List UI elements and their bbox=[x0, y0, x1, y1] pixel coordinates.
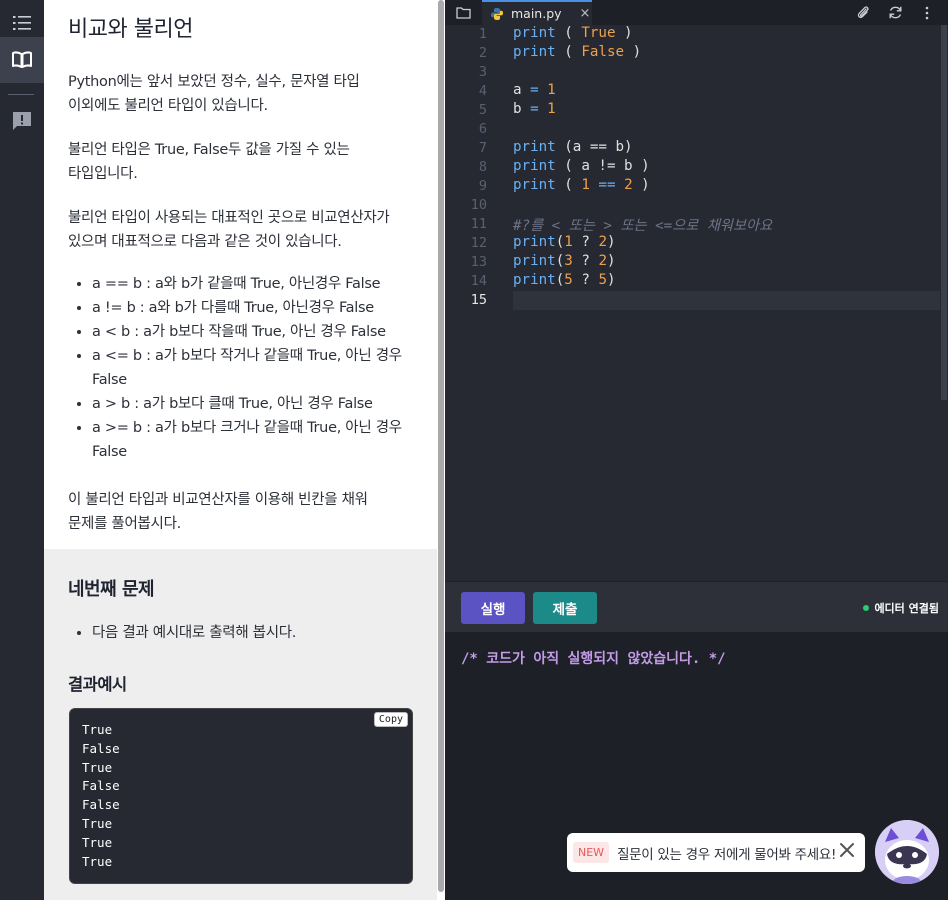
output-line: False bbox=[82, 797, 120, 813]
copy-button[interactable]: Copy bbox=[373, 712, 408, 727]
code-line: print(5 ? 5) bbox=[513, 272, 616, 288]
output-line: True bbox=[82, 759, 113, 775]
problem-title: 네번째 문제 bbox=[68, 579, 155, 600]
line-number-current: 15 bbox=[470, 292, 487, 308]
problem-list: 다음 결과 예시대로 출력해 봅시다. bbox=[68, 621, 413, 645]
paperclip-icon bbox=[857, 6, 869, 19]
refresh-icon bbox=[889, 6, 901, 19]
code-line: print(1 ? 2) bbox=[513, 234, 616, 250]
connection-status: 에디터 연결됨 bbox=[863, 600, 939, 616]
more-vertical-icon bbox=[925, 6, 929, 19]
list-item: a != b : a와 b가 다를때 True, 아닌경우 False bbox=[92, 296, 413, 320]
close-icon bbox=[840, 843, 854, 857]
output-line: True bbox=[82, 834, 113, 850]
problem-section: 네번째 문제 다음 결과 예시대로 출력해 봅시다. 결과예시 Copy Tru… bbox=[44, 549, 437, 900]
book-icon bbox=[12, 51, 32, 68]
line-number: 10 bbox=[470, 197, 487, 213]
line-number: 2 bbox=[478, 45, 487, 61]
output-line: True bbox=[82, 722, 113, 737]
code-line: a = 1 bbox=[513, 82, 556, 98]
tab-main-py[interactable]: main.py × bbox=[482, 0, 592, 25]
operator-list: a == b : a와 b가 같을때 True, 아닌경우 False a !=… bbox=[68, 272, 413, 464]
example-output: Copy True False True False False True Tr… bbox=[69, 708, 413, 884]
attach-button[interactable] bbox=[852, 0, 874, 25]
current-line-highlight bbox=[513, 291, 948, 310]
line-number: 9 bbox=[478, 178, 487, 194]
code-line: print ( a != b ) bbox=[513, 158, 650, 174]
chat-prompt-text: 질문이 있는 경우 저에게 물어봐 주세요! bbox=[617, 846, 837, 863]
python-icon bbox=[491, 7, 503, 20]
lesson-paragraph: 이 불리언 타입과 비교연산자를 이용해 빈칸을 채워 문제를 풀어봅시다. bbox=[68, 492, 368, 532]
list-item: a == b : a와 b가 같을때 True, 아닌경우 False bbox=[92, 272, 413, 296]
line-number: 13 bbox=[470, 254, 487, 270]
code-comment: #?를 < 또는 > 또는 <=으로 채워보아요 bbox=[513, 218, 773, 234]
mascot-icon bbox=[875, 820, 939, 884]
status-label: 에디터 연결됨 bbox=[874, 602, 939, 615]
code-editor[interactable]: 1 2 3 4 5 6 7 8 9 10 11 12 13 14 15 prin… bbox=[445, 25, 948, 581]
code-line: b = 1 bbox=[513, 101, 556, 117]
line-number: 11 bbox=[470, 216, 487, 232]
output-line: False bbox=[82, 740, 120, 756]
rail-divider bbox=[8, 94, 34, 95]
code-line: print ( True ) bbox=[513, 25, 633, 41]
left-rail bbox=[0, 0, 44, 900]
editor-panel: main.py × 1 2 3 4 5 6 7 8 9 10 11 12 13 … bbox=[445, 0, 948, 900]
line-number: 12 bbox=[470, 235, 487, 251]
console-message: /* 코드가 아직 실행되지 않았습니다. */ bbox=[461, 651, 726, 667]
line-number: 7 bbox=[478, 140, 487, 156]
list-item: a <= b : a가 b보다 작거나 같을때 True, 아닌 경우False bbox=[92, 344, 413, 392]
lesson-title: 비교와 불리언 bbox=[68, 17, 193, 42]
output-line: True bbox=[82, 853, 113, 869]
scrollbar-thumb[interactable] bbox=[941, 25, 947, 400]
list-icon bbox=[13, 16, 31, 30]
code-line: print ( False ) bbox=[513, 44, 642, 60]
list-item: a < b : a가 b보다 작을때 True, 아닌 경우 False bbox=[92, 320, 413, 344]
feedback-button[interactable] bbox=[0, 98, 44, 144]
line-number: 4 bbox=[478, 83, 487, 99]
line-number: 14 bbox=[470, 273, 487, 289]
help-chat-bubble[interactable]: NEW 질문이 있는 경우 저에게 물어봐 주세요! bbox=[567, 833, 865, 872]
line-number: 1 bbox=[478, 26, 487, 42]
lesson-paragraph: 불리언 타입이 사용되는 대표적인 곳으로 비교연산자가 있으며 대표적으로 다… bbox=[68, 210, 390, 250]
code-line: print (a == b) bbox=[513, 139, 633, 155]
lesson-paragraph: 불리언 타입은 True, False두 값을 가질 수 있는 타입입니다. bbox=[68, 142, 350, 182]
list-item: a >= b : a가 b보다 크거나 같을때 True, 아닌 경우False bbox=[92, 416, 413, 464]
status-dot-icon bbox=[863, 605, 870, 611]
editor-scrollbar[interactable] bbox=[940, 25, 948, 581]
list-item: a > b : a가 b보다 클때 True, 아닌 경우 False bbox=[92, 392, 413, 416]
feedback-icon bbox=[13, 112, 31, 130]
code-line: print(3 ? 2) bbox=[513, 253, 616, 269]
close-icon[interactable]: × bbox=[580, 6, 591, 21]
output-line: False bbox=[82, 778, 120, 794]
lesson-panel: 비교와 불리언 Python에는 앞서 보았던 정수, 실수, 문자열 타입 이… bbox=[44, 0, 437, 900]
line-number: 5 bbox=[478, 102, 487, 118]
more-button[interactable] bbox=[916, 0, 938, 25]
reset-button[interactable] bbox=[884, 0, 906, 25]
tab-label: main.py bbox=[511, 6, 562, 21]
line-number: 6 bbox=[478, 121, 487, 137]
code-line: print ( 1 == 2 ) bbox=[513, 177, 650, 193]
close-chat-button[interactable] bbox=[839, 842, 855, 862]
list-item: 다음 결과 예시대로 출력해 봅시다. bbox=[92, 621, 413, 645]
folder-icon bbox=[455, 7, 471, 19]
scrollbar-thumb[interactable] bbox=[438, 0, 444, 892]
lesson-button[interactable] bbox=[0, 37, 44, 83]
editor-tabbar: main.py × bbox=[445, 0, 948, 25]
run-toolbar: 실행 제출 에디터 연결됨 bbox=[445, 581, 948, 632]
mascot-button[interactable] bbox=[875, 820, 939, 884]
file-explorer-button[interactable] bbox=[452, 0, 474, 25]
output-line: True bbox=[82, 815, 113, 831]
lesson-scrollbar[interactable] bbox=[437, 0, 445, 900]
line-number: 8 bbox=[478, 159, 487, 175]
run-button[interactable]: 실행 bbox=[461, 592, 525, 624]
new-badge: NEW bbox=[573, 842, 610, 863]
line-number: 3 bbox=[478, 64, 487, 80]
lesson-paragraph: Python에는 앞서 보았던 정수, 실수, 문자열 타입 이외에도 불리언 … bbox=[68, 74, 360, 114]
example-title: 결과예시 bbox=[68, 675, 127, 694]
submit-button[interactable]: 제출 bbox=[533, 592, 597, 624]
